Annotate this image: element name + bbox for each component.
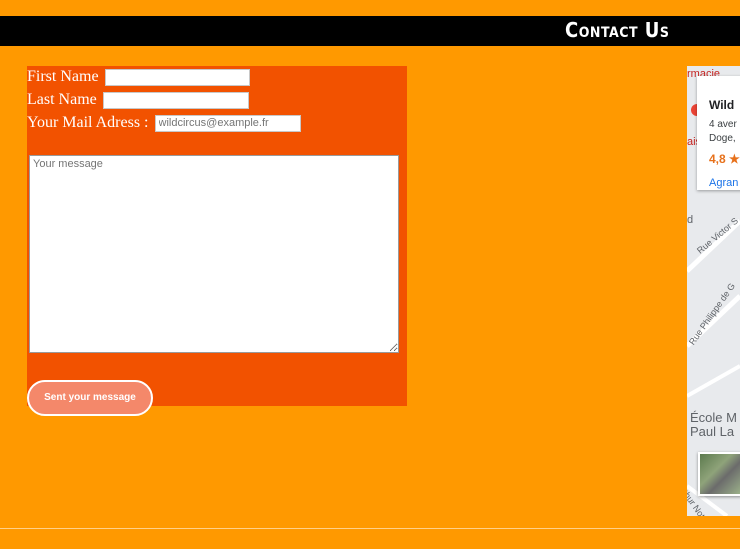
mail-row: Your Mail Adress : [27,114,301,132]
contact-form: First Name Last Name Your Mail Adress : [27,66,407,406]
place-address-line1: 4 aver [709,119,737,130]
last-name-label: Last Name [27,91,97,108]
place-name: Wild [709,98,735,112]
last-name-row: Last Name [27,91,249,109]
mail-label: Your Mail Adress : [27,114,149,131]
school-label-1: École M [690,410,737,425]
map-label-letter: d [687,214,694,226]
message-textarea[interactable] [29,155,399,353]
place-address-line2: Doge, [709,133,736,144]
first-name-row: First Name [27,68,250,86]
road-3 [687,364,740,398]
place-card[interactable]: Wild 4 aver Doge, 4,8 ★ Agran [697,76,740,190]
satellite-toggle-icon[interactable] [698,452,740,496]
footer-divider [0,528,740,529]
header-bar: Contact Us [0,16,740,46]
embedded-map[interactable]: rmacie ais d Rue Victor S Rue Philippe d… [687,66,740,516]
last-name-input[interactable] [102,91,249,109]
send-message-button[interactable]: Sent your message [27,380,153,416]
first-name-label: First Name [27,68,99,85]
enlarge-map-link[interactable]: Agran [709,177,738,189]
page-title: Contact Us [565,18,670,42]
email-field[interactable] [154,114,301,132]
top-strip [0,0,740,16]
first-name-input[interactable] [104,68,250,86]
school-label-2: Paul La [690,424,735,439]
place-rating: 4,8 ★ [709,152,740,166]
